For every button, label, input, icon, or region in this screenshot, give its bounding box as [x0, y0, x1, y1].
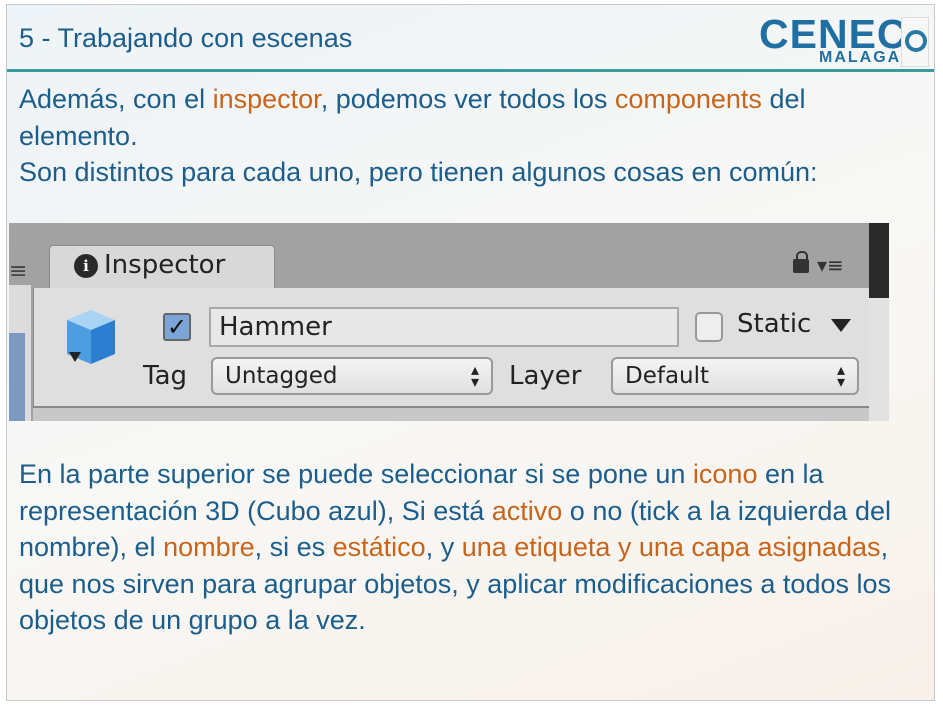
- updown-icon: ▴ ▾: [837, 360, 846, 391]
- active-checkbox[interactable]: ✓: [163, 313, 191, 341]
- text: Son distintos para cada uno, pero tienen…: [19, 157, 818, 187]
- layer-dropdown[interactable]: Default ▴ ▾: [611, 357, 859, 395]
- intro-paragraph: Además, con el inspector, podemos ver to…: [19, 81, 929, 191]
- lock-icon[interactable]: [793, 251, 809, 273]
- static-dropdown-arrow-icon[interactable]: [831, 319, 851, 332]
- highlight: nombre: [163, 532, 255, 562]
- highlight: una etiqueta y una capa asignadas: [461, 532, 881, 562]
- tab-inspector[interactable]: i Inspector: [49, 245, 275, 289]
- slide: 5 - Trabajando con escenas CENEC MALAGA …: [6, 4, 935, 701]
- left-panel-selection: [9, 333, 25, 421]
- static-label: Static: [737, 309, 812, 339]
- highlight: estático: [332, 532, 426, 562]
- explanation-paragraph: En la parte superior se puede selecciona…: [19, 456, 919, 639]
- highlight: inspector: [212, 84, 321, 114]
- highlight: components: [614, 84, 762, 114]
- cenec-logo: CENEC MALAGA: [759, 11, 929, 69]
- logo-emblem-icon: [901, 17, 929, 67]
- cube-icon[interactable]: [63, 308, 119, 370]
- highlight: icono: [692, 459, 758, 489]
- dark-edge: [869, 223, 889, 298]
- title-divider: [7, 69, 934, 72]
- static-checkbox[interactable]: [695, 312, 723, 342]
- text: En la parte superior se puede selecciona…: [19, 459, 693, 489]
- component-strip: [33, 406, 869, 421]
- layer-value: Default: [625, 363, 710, 389]
- highlight: activo: [491, 495, 563, 526]
- updown-icon: ▴ ▾: [471, 360, 480, 391]
- tab-label: Inspector: [104, 250, 226, 280]
- tag-dropdown[interactable]: Untagged ▴ ▾: [211, 357, 493, 395]
- tab-menu-icon[interactable]: ▾≡: [817, 253, 844, 277]
- inspector-screenshot: ≡ i Inspector ▾≡ ✓ Hammer Static Tag Unt…: [9, 223, 889, 421]
- tag-label: Tag: [143, 361, 188, 391]
- right-edge: [869, 298, 889, 421]
- text: , si es: [254, 532, 333, 562]
- text: , y: [425, 532, 462, 562]
- slide-title: 5 - Trabajando con escenas: [19, 23, 353, 53]
- info-icon: i: [74, 254, 98, 278]
- logo-city: MALAGA: [819, 49, 902, 66]
- object-name-input[interactable]: Hammer: [209, 307, 679, 347]
- text: , podemos ver todos los: [320, 84, 615, 114]
- panel-menu-icon[interactable]: ≡: [9, 259, 27, 284]
- tag-value: Untagged: [225, 363, 338, 389]
- layer-label: Layer: [509, 361, 582, 391]
- text: Además, con el: [19, 84, 213, 114]
